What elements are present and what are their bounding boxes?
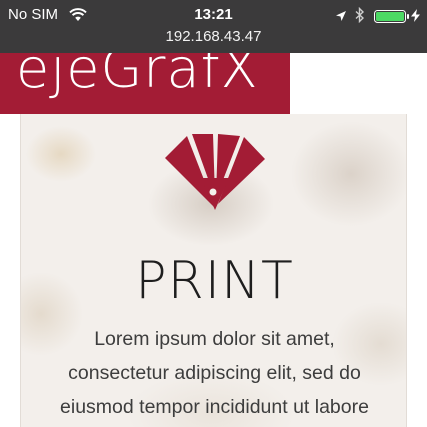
site-logo[interactable]: ejeGrafX (16, 53, 259, 99)
print-service-card: PRINT Lorem ipsum dolor sit amet, consec… (20, 114, 407, 427)
description-line: eiusmod tempor incididunt ut labore (60, 396, 369, 418)
brand-header: ejeGrafX (0, 53, 290, 114)
description-line: consectetur adipiscing elit, sed do (68, 362, 361, 384)
service-title: PRINT (135, 251, 294, 311)
battery-icon (374, 10, 410, 28)
browser-page: No SIM 13:21 192.168.43.47 ejeGrafX PRIN… (0, 0, 427, 427)
location-arrow-icon (335, 9, 347, 27)
bluetooth-icon (355, 6, 365, 28)
status-bar: No SIM 13:21 192.168.43.47 (0, 0, 427, 53)
swatch-fan-icon (165, 134, 265, 217)
address-url[interactable]: 192.168.43.47 (0, 28, 427, 46)
charging-bolt-icon (411, 9, 420, 27)
service-description: Lorem ipsum dolor sit amet, consectetur … (21, 322, 406, 424)
description-line: Lorem ipsum dolor sit amet, (94, 328, 335, 350)
